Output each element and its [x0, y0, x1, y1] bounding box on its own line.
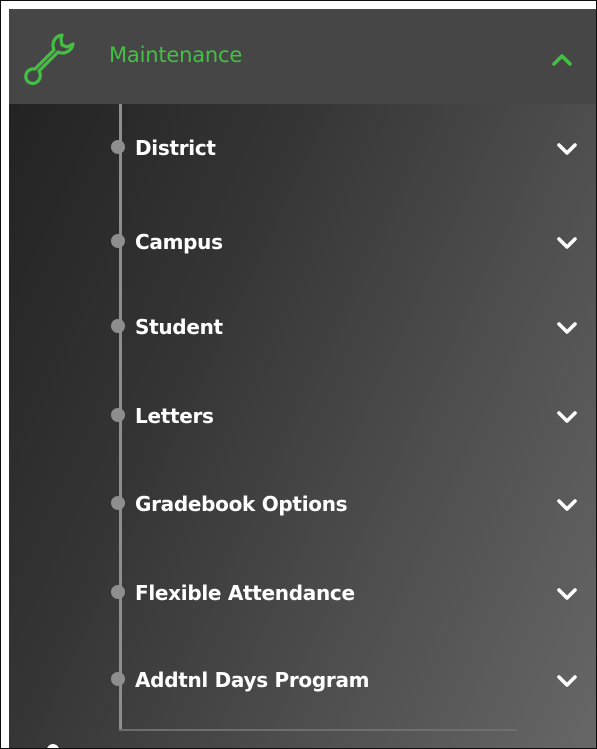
- sidebar-menu: Maintenance District Campus Student Lett…: [9, 9, 596, 748]
- menu-section-header[interactable]: Maintenance: [9, 9, 596, 104]
- chevron-down-icon[interactable]: [556, 142, 578, 156]
- wrench-icon: [24, 33, 75, 85]
- divider: [119, 729, 517, 731]
- next-section-icon: [47, 744, 59, 748]
- chevron-up-icon[interactable]: [551, 53, 573, 67]
- menu-item-letters[interactable]: Letters: [9, 395, 596, 435]
- bullet-dot: [111, 496, 125, 510]
- chevron-down-icon[interactable]: [556, 410, 578, 424]
- menu-item-label: District: [135, 136, 216, 160]
- chevron-down-icon[interactable]: [556, 498, 578, 512]
- bullet-dot: [111, 672, 125, 686]
- bullet-dot: [111, 585, 125, 599]
- bullet-dot: [111, 408, 125, 422]
- bullet-dot: [111, 319, 125, 333]
- chevron-down-icon[interactable]: [556, 587, 578, 601]
- chevron-down-icon[interactable]: [556, 321, 578, 335]
- chevron-down-icon[interactable]: [556, 236, 578, 250]
- menu-item-gradebook-options[interactable]: Gradebook Options: [9, 483, 596, 523]
- menu-item-label: Student: [135, 315, 223, 339]
- menu-item-label: Gradebook Options: [135, 492, 348, 516]
- menu-item-label: Flexible Attendance: [135, 581, 355, 605]
- screenshot-frame: Maintenance District Campus Student Lett…: [0, 0, 597, 749]
- menu-item-flexible-attendance[interactable]: Flexible Attendance: [9, 572, 596, 612]
- menu-item-district[interactable]: District: [9, 127, 596, 167]
- menu-item-label: Addtnl Days Program: [135, 668, 370, 692]
- bullet-dot: [111, 234, 125, 248]
- chevron-down-icon[interactable]: [556, 674, 578, 688]
- menu-item-campus[interactable]: Campus: [9, 221, 596, 261]
- bullet-dot: [111, 140, 125, 154]
- menu-item-label: Campus: [135, 230, 223, 254]
- section-title: Maintenance: [109, 43, 243, 67]
- menu-item-student[interactable]: Student: [9, 306, 596, 346]
- menu-item-label: Letters: [135, 404, 214, 428]
- menu-item-addtnl-days-program[interactable]: Addtnl Days Program: [9, 659, 596, 699]
